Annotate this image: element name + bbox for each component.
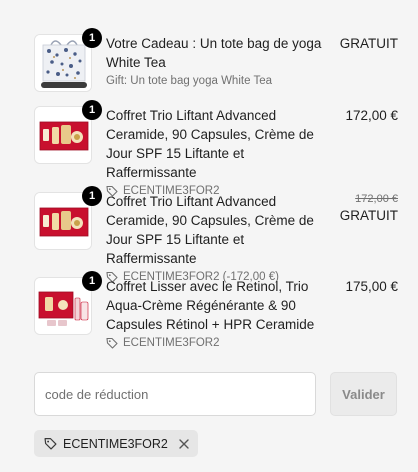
discount-code-text: ECENTIME3FOR2 xyxy=(123,337,220,349)
product-thumbnail: 1 xyxy=(34,100,102,164)
product-name: Coffret Trio Liftant Advanced Ceramide, … xyxy=(106,108,314,180)
tag-icon xyxy=(44,438,57,450)
discount-code-label: ECENTIME3FOR2 xyxy=(106,337,332,349)
cart-item: 1 Votre Cadeau : Un tote bag de yoga Whi… xyxy=(34,28,398,92)
discount-form: Valider xyxy=(34,372,398,416)
product-name: Coffret Lisser avec le Retinol, Trio Aqu… xyxy=(106,279,315,332)
product-thumbnail: 1 xyxy=(34,271,102,335)
item-price: GRATUIT xyxy=(339,36,398,51)
item-price-block: 172,00 € GRATUIT xyxy=(340,192,398,283)
applied-discount-chip: ECENTIME3FOR2 xyxy=(34,430,198,457)
close-icon[interactable] xyxy=(178,438,190,450)
cart-item: 1 Coffret Trio Liftant Advanced Ceramide… xyxy=(34,186,398,283)
cart-item: 1 Coffret Trio Liftant Advanced Ceramide… xyxy=(34,100,398,197)
gift-subtitle: Gift: Un tote bag yoga White Tea xyxy=(106,75,272,87)
discount-code-input[interactable] xyxy=(34,372,316,416)
quantity-badge: 1 xyxy=(82,271,102,291)
product-name: Coffret Trio Liftant Advanced Ceramide, … xyxy=(106,194,314,266)
cart-item: 1 Coffret Lisser avec le Retinol, Trio A… xyxy=(34,271,398,349)
item-price: 172,00 € xyxy=(345,108,398,123)
validate-button[interactable]: Valider xyxy=(330,372,397,416)
quantity-badge: 1 xyxy=(82,186,102,206)
product-name: Votre Cadeau : Un tote bag de yoga White… xyxy=(106,36,322,70)
product-thumbnail: 1 xyxy=(34,28,102,92)
item-price: GRATUIT xyxy=(339,208,398,223)
quantity-badge: 1 xyxy=(82,28,102,48)
item-price: 175,00 € xyxy=(345,279,398,294)
quantity-badge: 1 xyxy=(82,100,102,120)
original-price: 172,00 € xyxy=(355,193,398,205)
product-thumbnail: 1 xyxy=(34,186,102,250)
tag-icon xyxy=(106,337,118,349)
applied-discount-code: ECENTIME3FOR2 xyxy=(63,436,168,451)
